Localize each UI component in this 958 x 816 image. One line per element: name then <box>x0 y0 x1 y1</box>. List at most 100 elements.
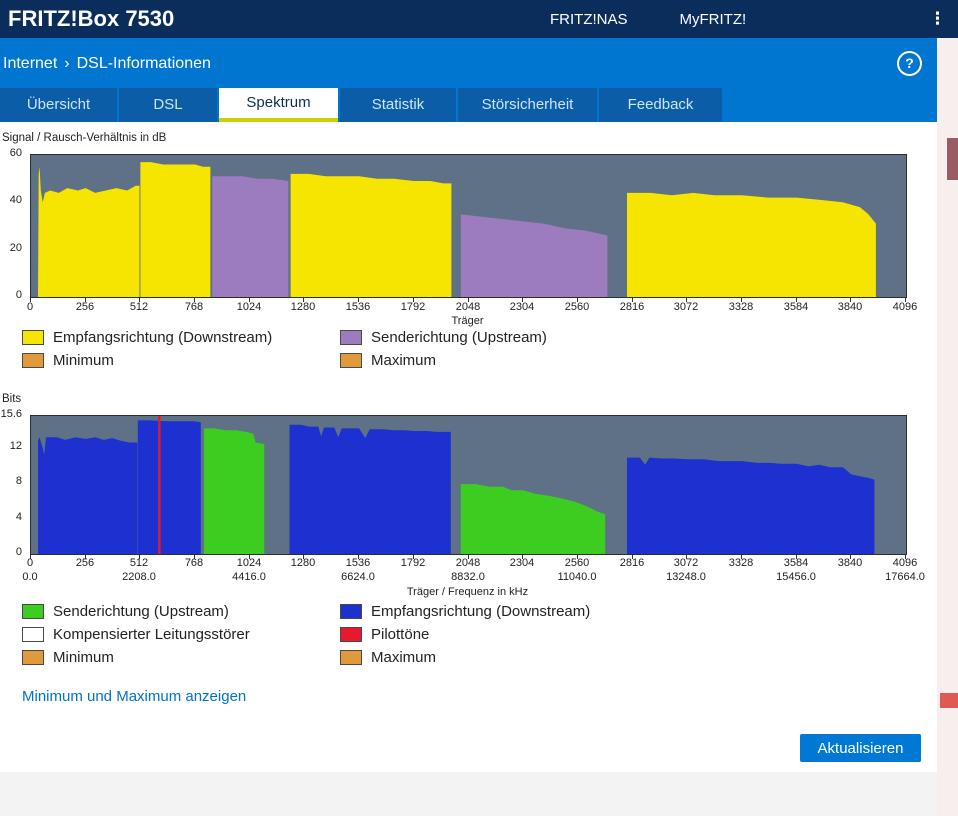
snr-chart-xtick: 3328 <box>728 301 754 313</box>
tab-spektrum[interactable]: Spektrum <box>219 88 338 122</box>
bits-chart-xtick: 768 <box>184 557 204 569</box>
top-bar: FRITZ!Box 7530 FRITZ!NAS MyFRITZ! ⋮ <box>0 0 958 38</box>
legend-label: Minimum <box>53 649 114 666</box>
footer-strip <box>0 772 937 816</box>
bits-chart-xtick: 4096 <box>892 557 918 569</box>
bits-chart-xtick: 3328 <box>728 557 754 569</box>
legend-label: Maximum <box>371 649 437 666</box>
snr-chart-legend: Empfangsrichtung (Downstream) Senderichtu… <box>22 329 547 369</box>
bits-chart-freq-tick: 6624.0 <box>341 571 375 583</box>
legend-label: Maximum <box>371 352 437 369</box>
snr-chart-ytick: 60 <box>9 147 22 159</box>
kebab-menu-icon[interactable]: ⋮ <box>929 0 946 38</box>
bits-chart-xtick: 256 <box>75 557 95 569</box>
snr-chart-xtick: 4096 <box>892 301 918 313</box>
help-icon[interactable]: ? <box>897 51 922 76</box>
bits-chart-xtick: 3840 <box>837 557 863 569</box>
snr-chart-ytick: 20 <box>9 241 22 254</box>
empfangsrichtung-downstream-swatch-icon <box>340 604 362 619</box>
snr-chart-xtick: 2048 <box>455 301 481 313</box>
tab-feedback[interactable]: Feedback <box>599 88 722 122</box>
legend-label: Kompensierter Leitungsstörer <box>53 626 250 643</box>
fritzbox-ui-page: FRITZ!Box 7530 FRITZ!NAS MyFRITZ! ⋮ Inte… <box>0 0 958 816</box>
legend-item-pilott-ne: Pilottöne <box>340 626 590 643</box>
bits-chart-freq-tick: 2208.0 <box>122 571 156 583</box>
tab-dsl[interactable]: DSL <box>119 88 217 122</box>
bits-chart-xtick: 2304 <box>509 557 535 569</box>
snr-chart-plot <box>30 154 907 298</box>
breadcrumb-section[interactable]: Internet <box>3 55 57 72</box>
bits-chart-freq-tick: 8832.0 <box>451 571 485 583</box>
bits-chart-freq-tick: 15456.0 <box>776 571 816 583</box>
bits-chart-freq-tick: 0.0 <box>22 571 38 583</box>
bits-chart-freq-tick: 11040.0 <box>557 571 597 583</box>
bits-chart-xtick: 2560 <box>564 557 590 569</box>
desktop-fragment <box>940 693 958 708</box>
legend-label: Empfangsrichtung (Downstream) <box>53 329 273 346</box>
breadcrumb-separator-icon: › <box>64 55 70 72</box>
bits-chart-axis-label: Träger / Frequenz in kHz <box>406 586 529 598</box>
legend-label: Senderichtung (Upstream) <box>371 329 547 346</box>
bits-chart-xtick: 2816 <box>619 557 645 569</box>
senderichtung-upstream-swatch-icon <box>340 330 362 345</box>
tab-stoersicherheit[interactable]: Störsicherheit <box>458 88 597 122</box>
snr-chart-xtick: 2816 <box>619 301 645 313</box>
legend-item-minimum: Minimum <box>22 649 340 666</box>
show-minmax-link[interactable]: Minimum und Maximum anzeigen <box>22 688 246 705</box>
snr-chart-xtick: 256 <box>75 301 95 313</box>
legend-item-empfangsrichtung-downstream: Empfangsrichtung (Downstream) <box>340 603 591 620</box>
legend-label: Pilottöne <box>371 626 430 643</box>
senderichtung-upstream-swatch-icon <box>22 604 44 619</box>
section-bar: Internet › DSL-Informationen ? Übersicht DS… <box>0 38 937 122</box>
snr-chart-ytick: 40 <box>9 194 22 207</box>
tab-statistik[interactable]: Statistik <box>340 88 456 122</box>
maximum-swatch-icon <box>340 353 362 368</box>
desktop-edge <box>937 38 958 816</box>
bits-chart-freq-tick: 17664.0 <box>885 571 925 583</box>
snr-chart-xtick: 768 <box>184 301 204 313</box>
desktop-fragment <box>947 138 958 180</box>
snr-chart-xtick: 1536 <box>345 301 371 313</box>
snr-chart-xtick: 2304 <box>509 301 535 313</box>
snr-chart-xtick: 1280 <box>290 301 316 313</box>
minimum-swatch-icon <box>22 650 44 665</box>
bits-chart-xtick: 1024 <box>236 557 262 569</box>
bits-chart-legend: Senderichtung (Upstream) Empfangsrichtung… <box>22 603 591 666</box>
maximum-swatch-icon <box>340 650 362 665</box>
snr-chart: Signal / Rausch-Verhältnis in dB 60 40 20 0… <box>0 132 937 332</box>
link-myfritz[interactable]: MyFRITZ! <box>680 11 747 28</box>
empfangsrichtung-downstream-swatch-icon <box>22 330 44 345</box>
bits-chart-ytick: 4 <box>15 510 22 523</box>
bits-chart-ytick: 8 <box>15 475 22 488</box>
snr-chart-xtick: 1792 <box>400 301 426 313</box>
bits-chart-xtick: 1536 <box>345 557 371 569</box>
snr-chart-xtick: 1024 <box>236 301 262 313</box>
refresh-button[interactable]: Aktualisieren <box>800 734 921 762</box>
snr-chart-xtick: 3072 <box>673 301 699 313</box>
legend-item-minimum: Minimum <box>22 352 340 369</box>
content-area: Signal / Rausch-Verhältnis in dB 60 40 20 0… <box>0 122 937 816</box>
tab-uebersicht[interactable]: Übersicht <box>0 88 117 122</box>
bits-chart-xtick: 3584 <box>783 557 809 569</box>
bits-chart-ytick: 15.6 <box>0 408 22 420</box>
minimum-swatch-icon <box>22 353 44 368</box>
bits-chart-plot <box>30 415 907 555</box>
legend-label: Minimum <box>53 352 114 369</box>
snr-chart-title: Signal / Rausch-Verhältnis in dB <box>2 132 167 144</box>
snr-chart-xtick: 2560 <box>564 301 590 313</box>
snr-chart-xtick: 0 <box>26 301 34 313</box>
legend-item-empfangsrichtung-downstream: Empfangsrichtung (Downstream) <box>22 329 340 346</box>
legend-item-senderichtung-upstream: Senderichtung (Upstream) <box>22 603 340 620</box>
legend-label: Senderichtung (Upstream) <box>53 603 229 620</box>
bits-chart-xtick: 3072 <box>673 557 699 569</box>
kompensierter-leitungsst-rer-swatch-icon <box>22 627 44 642</box>
legend-item-maximum: Maximum <box>340 649 590 666</box>
breadcrumb: Internet › DSL-Informationen <box>3 55 211 73</box>
link-fritznas[interactable]: FRITZ!NAS <box>550 11 628 28</box>
app-title: FRITZ!Box 7530 <box>8 6 175 31</box>
legend-item-kompensierter-leitungsst-rer: Kompensierter Leitungsstörer <box>22 626 340 643</box>
legend-label: Empfangsrichtung (Downstream) <box>371 603 591 620</box>
breadcrumb-page: DSL-Informationen <box>76 55 211 72</box>
bits-chart-xtick: 1792 <box>400 557 426 569</box>
legend-item-senderichtung-upstream: Senderichtung (Upstream) <box>340 329 547 346</box>
